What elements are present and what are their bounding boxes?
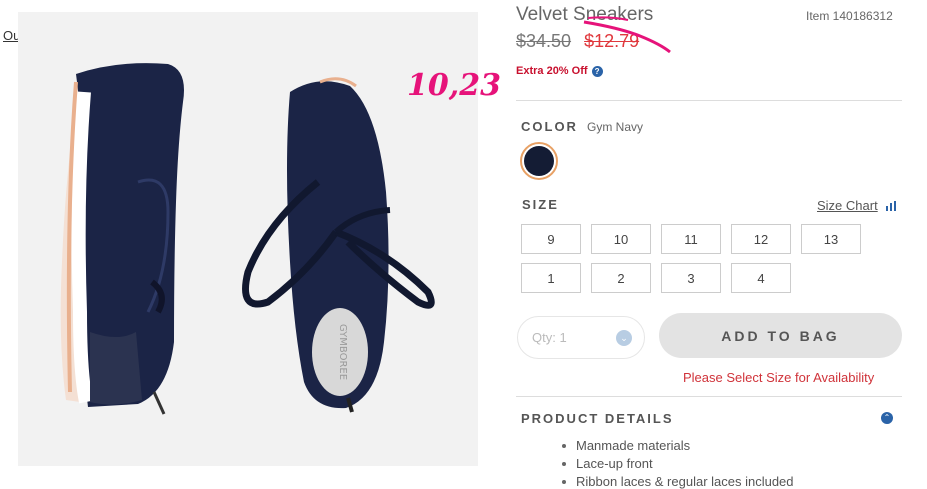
size-button-3[interactable]: 3	[661, 263, 721, 293]
sale-price: $12.79	[584, 31, 640, 51]
selected-color-name: Gym Navy	[587, 120, 644, 134]
chevron-down-icon: ⌄	[616, 330, 632, 346]
insole-brand-text: GYMBOREE	[337, 324, 348, 380]
color-swatch-gym-navy[interactable]	[520, 142, 558, 180]
right-shoe-image: GYMBOREE	[242, 77, 435, 413]
size-button-13[interactable]: 13	[801, 224, 861, 254]
swatch-fill	[524, 146, 554, 176]
old-price: $34.50	[516, 31, 572, 51]
list-item: Manmade materials	[562, 437, 794, 455]
size-button-10[interactable]: 10	[591, 224, 651, 254]
price-row: $34.50 $12.79	[516, 31, 639, 52]
handwritten-price-annotation: 10,23	[407, 68, 501, 103]
quantity-value: Qty: 1	[532, 330, 567, 345]
size-button-9[interactable]: 9	[521, 224, 581, 254]
size-button-11[interactable]: 11	[661, 224, 721, 254]
product-details-list: Manmade materials Lace-up front Ribbon l…	[562, 437, 794, 489]
promo-extra-discount: Extra 20% Off ?	[516, 65, 603, 77]
size-button-2[interactable]: 2	[591, 263, 651, 293]
list-item: Lace-up front	[562, 455, 794, 473]
bar-chart-icon	[885, 200, 896, 211]
size-label: SIZE	[522, 197, 559, 212]
product-details-label: PRODUCT DETAILS	[521, 411, 674, 426]
product-title: Velvet Sneakers	[516, 4, 654, 25]
size-button-1[interactable]: 1	[521, 263, 581, 293]
quantity-select[interactable]: Qty: 1 ⌄	[517, 316, 645, 359]
divider	[516, 100, 902, 101]
chevron-up-icon[interactable]: ⌃	[881, 412, 893, 424]
item-number: Item 140186312	[806, 9, 893, 23]
help-icon[interactable]: ?	[591, 65, 603, 77]
color-label: COLOR	[521, 119, 578, 134]
divider	[516, 396, 902, 397]
size-chart-link[interactable]: Size Chart	[817, 198, 896, 213]
size-button-12[interactable]: 12	[731, 224, 791, 254]
add-to-bag-button[interactable]: ADD TO BAG	[659, 313, 902, 358]
size-chart-label: Size Chart	[817, 198, 878, 213]
list-item: Ribbon laces & regular laces included	[562, 474, 794, 489]
size-warning-message: Please Select Size for Availability	[683, 370, 875, 385]
size-button-4[interactable]: 4	[731, 263, 791, 293]
promo-text: Extra 20% Off	[516, 65, 588, 77]
left-shoe-image	[60, 63, 184, 415]
